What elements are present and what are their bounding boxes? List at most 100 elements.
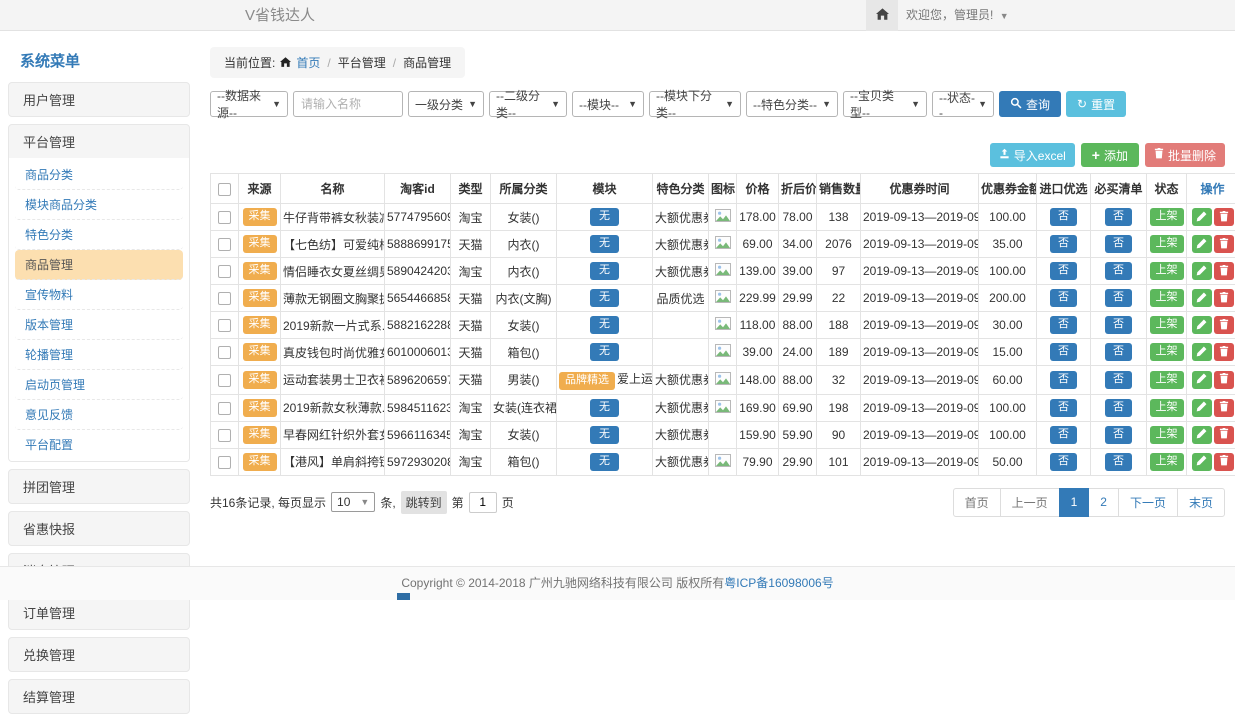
delete-button[interactable]	[1214, 262, 1234, 280]
edit-button[interactable]	[1192, 316, 1212, 334]
edit-button[interactable]	[1192, 343, 1212, 361]
row-checkbox[interactable]	[218, 456, 231, 469]
must-buy-toggle[interactable]: 否	[1105, 289, 1132, 307]
row-checkbox[interactable]	[218, 374, 231, 387]
must-buy-toggle[interactable]: 否	[1105, 399, 1132, 417]
import-toggle[interactable]: 否	[1050, 426, 1077, 444]
status-toggle[interactable]: 上架	[1150, 289, 1184, 307]
status-toggle[interactable]: 上架	[1150, 399, 1184, 417]
sidebar-subitem[interactable]: 启动页管理	[15, 370, 183, 400]
import-toggle[interactable]: 否	[1050, 399, 1077, 417]
delete-button[interactable]	[1214, 343, 1234, 361]
filter-select[interactable]: --模块--▼	[572, 91, 644, 117]
pager-button[interactable]: 上一页	[1000, 488, 1060, 517]
must-buy-toggle[interactable]: 否	[1105, 208, 1132, 226]
sidebar-subitem-active[interactable]: 商品管理	[15, 250, 183, 280]
batch-delete-button[interactable]: 批量删除	[1145, 143, 1225, 167]
home-button[interactable]	[866, 0, 898, 31]
filter-select[interactable]: --模块下分类--▼	[649, 91, 741, 117]
filter-select[interactable]: --二级分类--▼	[489, 91, 567, 117]
filter-select[interactable]: --宝贝类型--▼	[843, 91, 927, 117]
pager-button[interactable]: 2	[1088, 488, 1119, 517]
import-toggle[interactable]: 否	[1050, 316, 1077, 334]
sidebar-subitem[interactable]: 平台配置	[15, 430, 183, 459]
pager-button[interactable]: 1	[1059, 488, 1090, 517]
sidebar-subitem[interactable]: 意见反馈	[15, 400, 183, 430]
name-search-input[interactable]	[293, 91, 403, 117]
jump-button[interactable]: 跳转到	[401, 491, 447, 514]
edit-button[interactable]	[1192, 399, 1212, 417]
sidebar-section[interactable]: 平台管理	[9, 125, 189, 158]
status-toggle[interactable]: 上架	[1150, 235, 1184, 253]
pager-button[interactable]: 下一页	[1118, 488, 1178, 517]
import-toggle[interactable]: 否	[1050, 289, 1077, 307]
edit-button[interactable]	[1192, 289, 1212, 307]
filter-select[interactable]: --特色分类--▼	[746, 91, 838, 117]
sidebar-section[interactable]: 兑换管理	[9, 638, 189, 671]
user-menu[interactable]: 欢迎您，管理员! ▼	[906, 0, 1009, 32]
status-toggle[interactable]: 上架	[1150, 316, 1184, 334]
reset-button[interactable]: ↻重置	[1066, 91, 1126, 117]
icp-link[interactable]: 粤ICP备16098006号	[724, 576, 833, 590]
pager-button[interactable]: 首页	[953, 488, 1001, 517]
import-toggle[interactable]: 否	[1050, 208, 1077, 226]
delete-button[interactable]	[1214, 316, 1234, 334]
row-checkbox[interactable]	[218, 211, 231, 224]
sidebar-subitem[interactable]: 宣传物料	[15, 280, 183, 310]
must-buy-toggle[interactable]: 否	[1105, 371, 1132, 389]
row-checkbox[interactable]	[218, 238, 231, 251]
edit-button[interactable]	[1192, 453, 1212, 471]
must-buy-toggle[interactable]: 否	[1105, 426, 1132, 444]
filter-select[interactable]: 一级分类▼	[408, 91, 484, 117]
must-buy-toggle[interactable]: 否	[1105, 316, 1132, 334]
select-all-checkbox[interactable]	[218, 183, 231, 196]
sidebar-subitem[interactable]: 模块商品分类	[15, 190, 183, 220]
row-checkbox[interactable]	[218, 346, 231, 359]
sidebar-section[interactable]: 省惠快报	[9, 512, 189, 545]
import-excel-button[interactable]: 导入excel	[990, 143, 1075, 167]
must-buy-toggle[interactable]: 否	[1105, 343, 1132, 361]
query-button[interactable]: 查询	[999, 91, 1061, 117]
status-toggle[interactable]: 上架	[1150, 343, 1184, 361]
status-toggle[interactable]: 上架	[1150, 262, 1184, 280]
sidebar-subitem[interactable]: 轮播管理	[15, 340, 183, 370]
import-toggle[interactable]: 否	[1050, 453, 1077, 471]
pager-button[interactable]: 末页	[1177, 488, 1225, 517]
sidebar-section[interactable]: 拼团管理	[9, 470, 189, 503]
must-buy-toggle[interactable]: 否	[1105, 453, 1132, 471]
import-toggle[interactable]: 否	[1050, 343, 1077, 361]
must-buy-toggle[interactable]: 否	[1105, 262, 1132, 280]
delete-button[interactable]	[1214, 453, 1234, 471]
status-toggle[interactable]: 上架	[1150, 453, 1184, 471]
edit-button[interactable]	[1192, 262, 1212, 280]
row-checkbox[interactable]	[218, 265, 231, 278]
status-toggle[interactable]: 上架	[1150, 426, 1184, 444]
row-checkbox[interactable]	[218, 292, 231, 305]
row-checkbox[interactable]	[218, 319, 231, 332]
sidebar-section[interactable]: 订单管理	[9, 596, 189, 629]
import-toggle[interactable]: 否	[1050, 262, 1077, 280]
sidebar-section[interactable]: 结算管理	[9, 680, 189, 713]
filter-select[interactable]: --状态--▼	[932, 91, 994, 117]
sidebar-subitem[interactable]: 特色分类	[15, 220, 183, 250]
import-toggle[interactable]: 否	[1050, 371, 1077, 389]
delete-button[interactable]	[1214, 399, 1234, 417]
status-toggle[interactable]: 上架	[1150, 371, 1184, 389]
edit-button[interactable]	[1192, 208, 1212, 226]
delete-button[interactable]	[1214, 426, 1234, 444]
edit-button[interactable]	[1192, 235, 1212, 253]
breadcrumb-home-link[interactable]: 首页	[296, 54, 320, 71]
row-checkbox[interactable]	[218, 402, 231, 415]
sidebar-subitem[interactable]: 商品分类	[15, 160, 183, 190]
sidebar-subitem[interactable]: 版本管理	[15, 310, 183, 340]
must-buy-toggle[interactable]: 否	[1105, 235, 1132, 253]
sidebar-section[interactable]: 用户管理	[9, 83, 189, 116]
delete-button[interactable]	[1214, 289, 1234, 307]
edit-button[interactable]	[1192, 371, 1212, 389]
filter-select[interactable]: --数据来源--▼	[210, 91, 288, 117]
delete-button[interactable]	[1214, 235, 1234, 253]
row-checkbox[interactable]	[218, 429, 231, 442]
per-page-select[interactable]: 10 ▼	[331, 492, 375, 512]
page-number-input[interactable]	[469, 492, 497, 513]
delete-button[interactable]	[1214, 208, 1234, 226]
